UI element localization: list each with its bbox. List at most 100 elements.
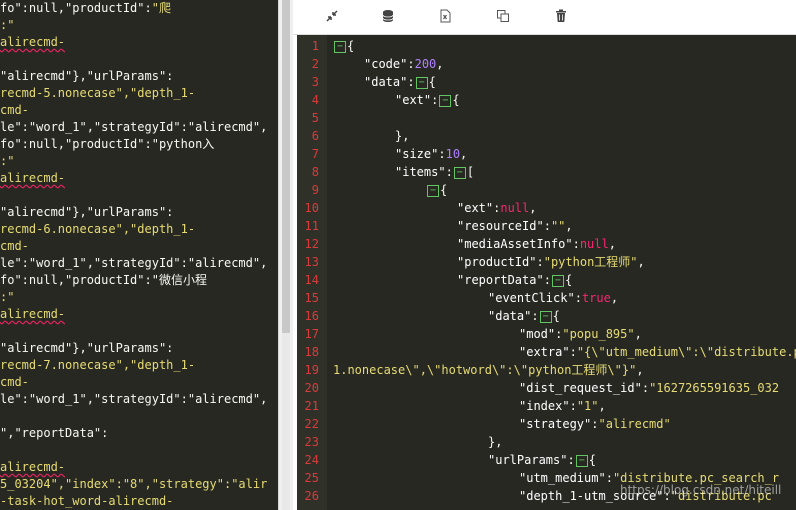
copy-button[interactable] bbox=[492, 7, 514, 27]
json-value: "alirecmd" bbox=[598, 417, 671, 431]
json-value: 200 bbox=[414, 57, 437, 71]
json-value: true bbox=[581, 291, 611, 305]
line-number: 17 bbox=[304, 327, 319, 341]
json-viewer[interactable]: 1 2 3 4 5 6 7 8 9 10 11 12 13 14 15 16 17 18 19 20 21 22 23 24 2… bbox=[297, 35, 796, 510]
line-number: 13 bbox=[304, 255, 319, 269]
database-button[interactable] bbox=[377, 7, 399, 27]
json-key: "eventClick" bbox=[488, 291, 575, 305]
left-code-text: alirecmd- bbox=[0, 460, 66, 474]
json-value: 10 bbox=[445, 147, 461, 161]
left-code-text: recmd-6.nonecase","depth_1- bbox=[0, 222, 196, 236]
json-key: "size" bbox=[395, 147, 439, 161]
excel-export-button[interactable] bbox=[434, 7, 456, 27]
left-code-line: -task-hot_word-alirecmd- bbox=[0, 493, 173, 510]
line-number: 22 bbox=[304, 417, 319, 431]
code-line: "code":200, bbox=[364, 55, 444, 73]
json-punct: : bbox=[572, 237, 580, 251]
json-key: "mod" bbox=[519, 327, 556, 341]
code-line: }, bbox=[395, 127, 409, 145]
json-punct: : bbox=[407, 57, 415, 71]
fold-toggle-icon[interactable]: − bbox=[415, 76, 428, 89]
code-line: "urlParams": −{ bbox=[488, 451, 596, 469]
json-key: "reportData" bbox=[457, 273, 544, 287]
line-number-gutter: 1 2 3 4 5 6 7 8 9 10 11 12 13 14 15 16 17 18 19 20 21 22 23 24 2… bbox=[297, 35, 327, 510]
json-punct: : bbox=[438, 147, 446, 161]
left-code-text: "alirecmd"},"urlParams": bbox=[0, 205, 174, 219]
json-value: "1" bbox=[576, 399, 599, 413]
code-line: −{ bbox=[426, 181, 447, 199]
left-code-line: :" bbox=[0, 289, 14, 306]
json-key: "dist_request_id" bbox=[519, 381, 642, 395]
fold-toggle-icon[interactable]: − bbox=[575, 454, 588, 467]
left-code-line: alirecmd- bbox=[0, 34, 65, 51]
json-key: "items" bbox=[395, 165, 446, 179]
fold-toggle-icon[interactable]: − bbox=[427, 184, 439, 197]
code-line: "reportData": −{ bbox=[457, 271, 572, 289]
left-code-line: le":"word_1","strategyId":"alirecmd", bbox=[0, 391, 267, 408]
left-code-line: cmd- bbox=[0, 238, 29, 255]
line-number: 10 bbox=[304, 201, 319, 215]
json-punct: { bbox=[428, 75, 436, 89]
json-value: "popu_895" bbox=[562, 327, 635, 341]
left-code-line: "alirecmd"},"urlParams": bbox=[0, 340, 173, 357]
left-code-line: fo":null,"productId":"爬 bbox=[0, 0, 171, 17]
line-number: 1 bbox=[311, 39, 319, 53]
left-code-text: le":"word_1","strategyId":"alirecmd", bbox=[0, 392, 268, 406]
line-number: 7 bbox=[311, 147, 319, 161]
database-icon bbox=[381, 8, 395, 27]
json-punct: , bbox=[634, 327, 642, 341]
json-punct: : bbox=[445, 165, 453, 179]
left-code-line: recmd-7.nonecase","depth_1- bbox=[0, 357, 195, 374]
left-code-line: :" bbox=[0, 17, 14, 34]
left-code-text: alirecmd- bbox=[0, 307, 66, 321]
json-punct: : bbox=[605, 471, 613, 485]
fold-toggle-icon[interactable]: − bbox=[539, 310, 552, 323]
fold-toggle-icon[interactable]: − bbox=[453, 166, 466, 179]
json-punct: : bbox=[407, 75, 415, 89]
left-code-line: 5_03204","index":"8","strategy":"alir bbox=[0, 476, 267, 493]
code-line: "size":10, bbox=[395, 145, 467, 163]
compress-button[interactable] bbox=[321, 7, 343, 27]
code-line: "productId":"python工程师", bbox=[457, 253, 645, 271]
code-line: "mod":"popu_895", bbox=[519, 325, 642, 343]
line-number: 20 bbox=[304, 381, 319, 395]
left-code-text: -task-hot_word-alirecmd- bbox=[0, 494, 174, 508]
left-code-text: cmd- bbox=[0, 103, 29, 117]
scrollbar-thumb[interactable] bbox=[282, 0, 290, 333]
left-code-text: alirecmd- bbox=[0, 35, 66, 49]
json-key: "data" bbox=[488, 309, 532, 323]
line-number: 4 bbox=[311, 93, 319, 107]
left-code-line: alirecmd- bbox=[0, 170, 65, 187]
left-code-line: :" bbox=[0, 153, 14, 170]
left-code-line: ","reportData": bbox=[0, 425, 108, 442]
toolbar bbox=[293, 0, 796, 35]
left-code-text: recmd-7.nonecase","depth_1- bbox=[0, 358, 196, 372]
json-punct: { bbox=[440, 183, 448, 197]
line-number: 26 bbox=[304, 489, 319, 503]
code-line: "data": −{ bbox=[364, 73, 436, 91]
trash-icon bbox=[554, 8, 568, 27]
left-editor-pane[interactable]: fo":null,"productId":"爬:" alirecmd- "alire… bbox=[0, 0, 278, 510]
line-number: 2 bbox=[311, 57, 319, 71]
fold-toggle-icon[interactable]: − bbox=[551, 274, 564, 287]
json-value: "1627265591635_032 bbox=[649, 381, 780, 395]
json-key: "data" bbox=[364, 75, 408, 89]
json-key: "code" bbox=[364, 57, 408, 71]
line-number: 18 bbox=[304, 345, 319, 359]
json-value: null bbox=[500, 201, 530, 215]
fold-toggle-icon[interactable]: − bbox=[334, 40, 346, 53]
scrollbar-track[interactable] bbox=[282, 333, 290, 510]
json-key: "urlParams" bbox=[488, 453, 568, 467]
left-code-line: recmd-5.nonecase","depth_1- bbox=[0, 85, 195, 102]
json-punct: , bbox=[636, 363, 644, 377]
json-key: "ext" bbox=[457, 201, 494, 215]
line-number: 14 bbox=[304, 273, 319, 287]
code-line: "ext": −{ bbox=[395, 91, 460, 109]
line-number: 21 bbox=[304, 399, 319, 413]
delete-button[interactable] bbox=[550, 7, 572, 27]
pane-splitter[interactable] bbox=[278, 0, 293, 510]
fold-toggle-icon[interactable]: − bbox=[439, 94, 452, 107]
json-value: "{\"utm_medium\":\"distribute.p bbox=[576, 345, 796, 359]
code-line: "resourceId":"", bbox=[457, 217, 573, 235]
json-punct: : bbox=[536, 255, 544, 269]
